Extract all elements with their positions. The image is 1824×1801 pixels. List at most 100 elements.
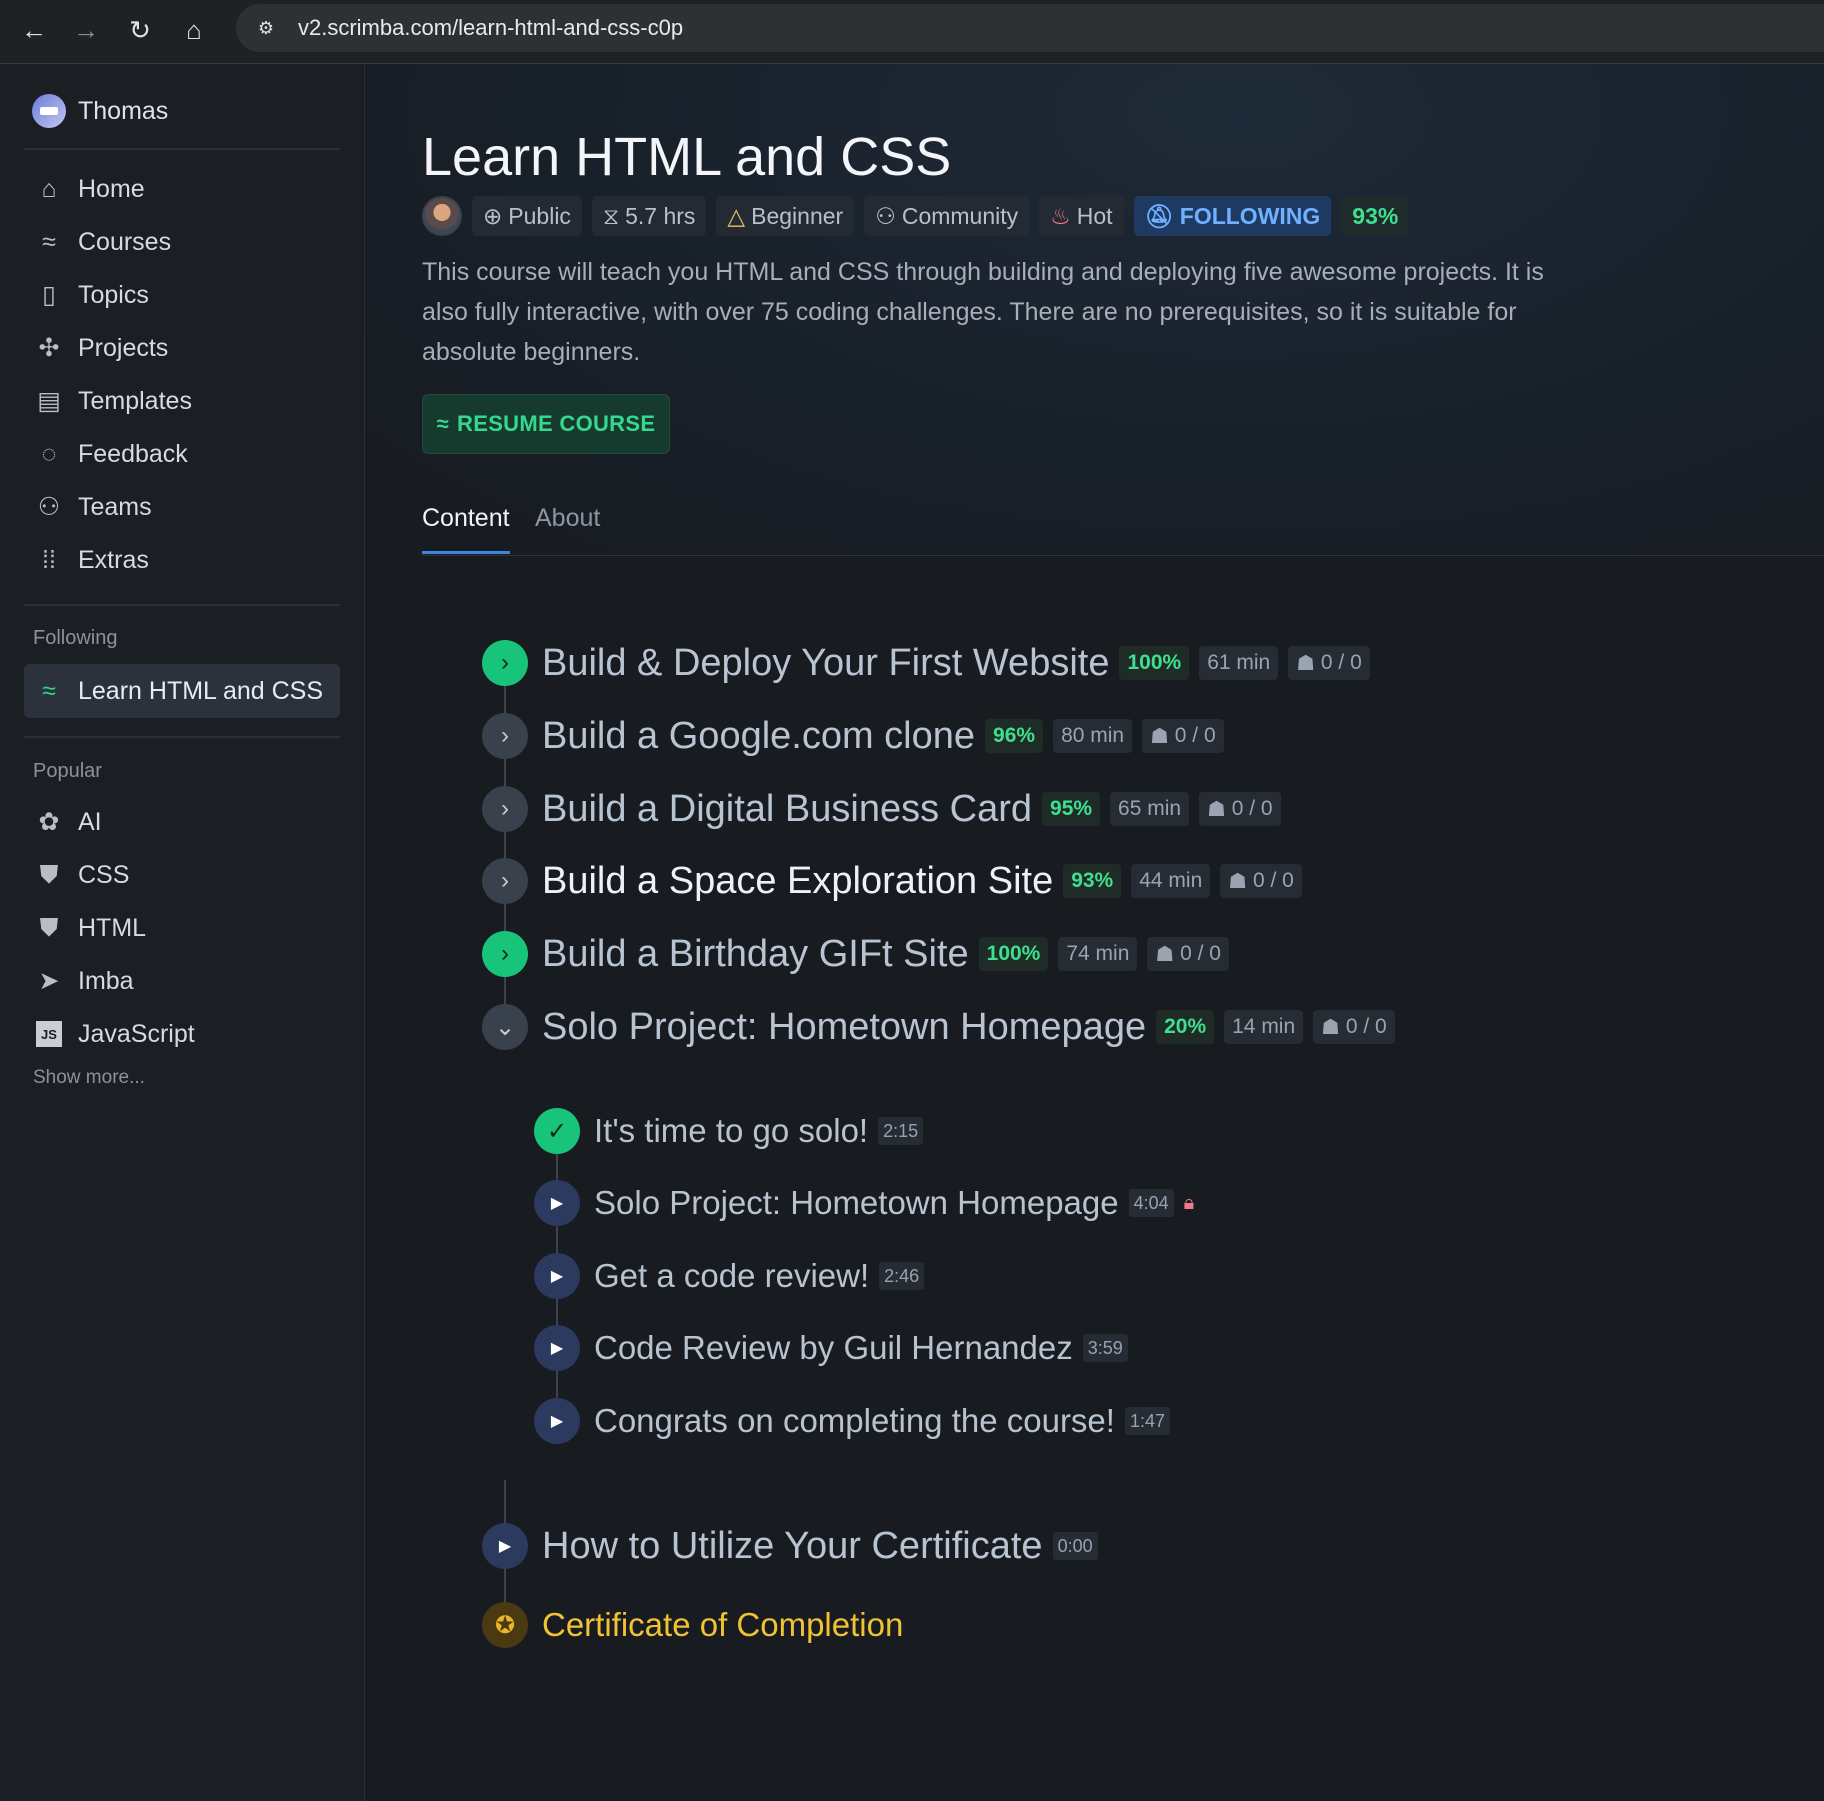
sidebar-item-learn-html-css[interactable]: ≈ Learn HTML and CSS [24, 664, 340, 718]
section-row[interactable]: Build a Digital Business Card 95% 65 min… [542, 786, 1281, 832]
section-row[interactable]: Build a Google.com clone 96% 80 min ☗ 0 … [542, 713, 1224, 759]
duration-badge: 14 min [1224, 1010, 1304, 1044]
sidebar-item-projects[interactable]: ✣ Projects [24, 323, 340, 373]
section-row[interactable]: Build a Birthday GIFt Site 100% 74 min ☗… [542, 931, 1229, 977]
sidebar-item-css[interactable]: ⛊ CSS [24, 850, 340, 900]
course-icon: ≈ [42, 676, 56, 705]
globe-icon: ⊕ [483, 202, 503, 229]
course-tags: ⊕ Public ⧖ 5.7 hrs △ Beginner ⚇ Community ♨ H… [422, 196, 1410, 236]
progress-tag: 93% [1341, 196, 1410, 236]
tab-content[interactable]: Content [422, 504, 510, 554]
play-icon[interactable]: ▶ [534, 1180, 580, 1226]
duration-badge: 74 min [1058, 937, 1138, 971]
lesson-row[interactable]: Solo Project: Hometown Homepage 4:04 🔒︎ [594, 1180, 1194, 1226]
sidebar-item-feedback[interactable]: ◌ Feedback [24, 429, 340, 479]
user-name: Thomas [78, 96, 169, 125]
chevron-right-icon[interactable]: › [482, 931, 528, 977]
lesson-duration: 1:47 [1124, 1407, 1171, 1435]
sidebar-item-ai[interactable]: ✿ AI [24, 797, 340, 847]
section-row[interactable]: Solo Project: Hometown Homepage 20% 14 m… [542, 1004, 1395, 1050]
visibility-tag: ⊕ Public [472, 196, 582, 236]
ghost-icon: ☗ [1155, 942, 1181, 966]
section-row[interactable]: How to Utilize Your Certificate 0:00 [542, 1523, 1098, 1569]
browser-toolbar: ← → ↻ ⌂ ⚙ v2.scrimba.com/learn-html-and-… [0, 0, 1824, 64]
play-icon[interactable]: ▶ [534, 1325, 580, 1371]
imba-icon: ➤ [38, 967, 60, 995]
lesson-row[interactable]: It's time to go solo! 2:15 [594, 1108, 924, 1154]
challenge-count-badge: ☗ 0 / 0 [1142, 719, 1224, 753]
page-title: Learn HTML and CSS [422, 127, 952, 187]
show-more-link[interactable]: Show more... [33, 1067, 145, 1089]
progress-badge: 100% [1119, 646, 1190, 680]
lock-icon: 🔒︎ [1183, 1191, 1195, 1214]
community-tag: ⚇ Community [864, 196, 1030, 236]
section-row[interactable]: Build a Space Exploration Site 93% 44 mi… [542, 858, 1302, 904]
certificate-link[interactable]: Certificate of Completion [542, 1602, 903, 1648]
duration-badge: 44 min [1131, 864, 1211, 898]
projects-icon: ✣ [38, 334, 60, 362]
forward-icon[interactable]: → [66, 10, 106, 50]
resume-course-button[interactable]: ≈ RESUME COURSE [422, 394, 670, 454]
play-icon[interactable]: ▶ [534, 1253, 580, 1299]
sidebar-item-courses[interactable]: ≈ Courses [24, 217, 340, 267]
lesson-row[interactable]: Congrats on completing the course! 1:47 [594, 1398, 1171, 1444]
lesson-duration: 2:46 [879, 1262, 925, 1290]
address-bar[interactable]: ⚙ v2.scrimba.com/learn-html-and-css-c0p [236, 4, 1824, 52]
feedback-icon: ◌ [41, 439, 57, 468]
avatar [32, 94, 66, 128]
chevron-right-icon[interactable]: › [482, 640, 528, 686]
divider [24, 604, 340, 606]
chevron-down-icon[interactable]: ⌄ [482, 1004, 528, 1050]
sidebar-item-teams[interactable]: ⚇ Teams [24, 482, 340, 532]
sidebar-item-javascript[interactable]: JS JavaScript [24, 1009, 340, 1059]
play-icon[interactable]: ▶ [482, 1523, 528, 1569]
author-avatar[interactable] [422, 196, 462, 236]
sidebar-item-imba[interactable]: ➤ Imba [24, 956, 340, 1006]
ghost-icon: ☗ [1150, 724, 1175, 748]
courses-icon: ≈ [42, 227, 56, 256]
site-settings-icon[interactable]: ⚙ [244, 6, 288, 50]
chevron-right-icon[interactable]: › [482, 786, 528, 832]
javascript-icon: JS [36, 1021, 62, 1047]
following-button[interactable]: 🔕︎ FOLLOWING [1133, 196, 1332, 236]
sidebar-item-home[interactable]: ⌂ Home [24, 164, 340, 214]
chevron-right-icon[interactable]: › [482, 713, 528, 759]
user-profile[interactable]: Thomas [32, 94, 168, 128]
lesson-row[interactable]: Get a code review! 2:46 [594, 1253, 925, 1299]
play-icon[interactable]: ▶ [534, 1398, 580, 1444]
sidebar-item-topics[interactable]: ▯ Topics [24, 270, 340, 320]
bell-off-icon: 🔕︎ [1144, 202, 1174, 229]
progress-badge: 95% [1042, 792, 1101, 826]
tab-about[interactable]: About [535, 504, 600, 554]
check-icon[interactable]: ✓ [534, 1108, 580, 1154]
ghost-icon: ☗ [1207, 797, 1232, 821]
progress-badge: 93% [1063, 864, 1122, 898]
section-row[interactable]: Build & Deploy Your First Website 100% 6… [542, 640, 1370, 686]
extras-icon: ⁞⁞ [42, 545, 56, 574]
flame-icon: ♨ [1050, 202, 1071, 229]
following-heading: Following [33, 627, 118, 649]
duration-tag: ⧖ 5.7 hrs [591, 196, 707, 236]
popular-heading: Popular [33, 760, 102, 782]
hot-tag: ♨ Hot [1039, 196, 1124, 236]
sidebar-item-extras[interactable]: ⁞⁞ Extras [24, 535, 340, 585]
challenge-count-badge: ☗ 0 / 0 [1220, 864, 1302, 898]
lesson-duration: 0:00 [1052, 1532, 1098, 1560]
topics-icon: ▯ [42, 281, 56, 309]
sidebar: Thomas ⌂ Home ≈ Courses ▯ Topics ✣ Projects … [0, 64, 365, 1801]
sidebar-item-html[interactable]: ⛊ HTML [24, 903, 340, 953]
lesson-row[interactable]: Code Review by Guil Hernandez 3:59 [594, 1325, 1128, 1371]
course-icon: ≈ [436, 411, 450, 436]
html-icon: ⛊ [39, 913, 59, 942]
home-browser-icon[interactable]: ⌂ [174, 10, 214, 50]
warning-icon: △ [727, 202, 746, 229]
sidebar-item-templates[interactable]: ▤ Templates [24, 376, 340, 426]
divider [24, 148, 340, 150]
challenge-count-badge: ☗ 0 / 0 [1288, 646, 1370, 680]
chevron-right-icon[interactable]: › [482, 858, 528, 904]
reload-icon[interactable]: ↻ [120, 10, 160, 50]
back-icon[interactable]: ← [14, 10, 54, 50]
teams-icon: ⚇ [37, 493, 61, 521]
lesson-duration: 3:59 [1082, 1334, 1128, 1362]
divider [24, 736, 340, 738]
